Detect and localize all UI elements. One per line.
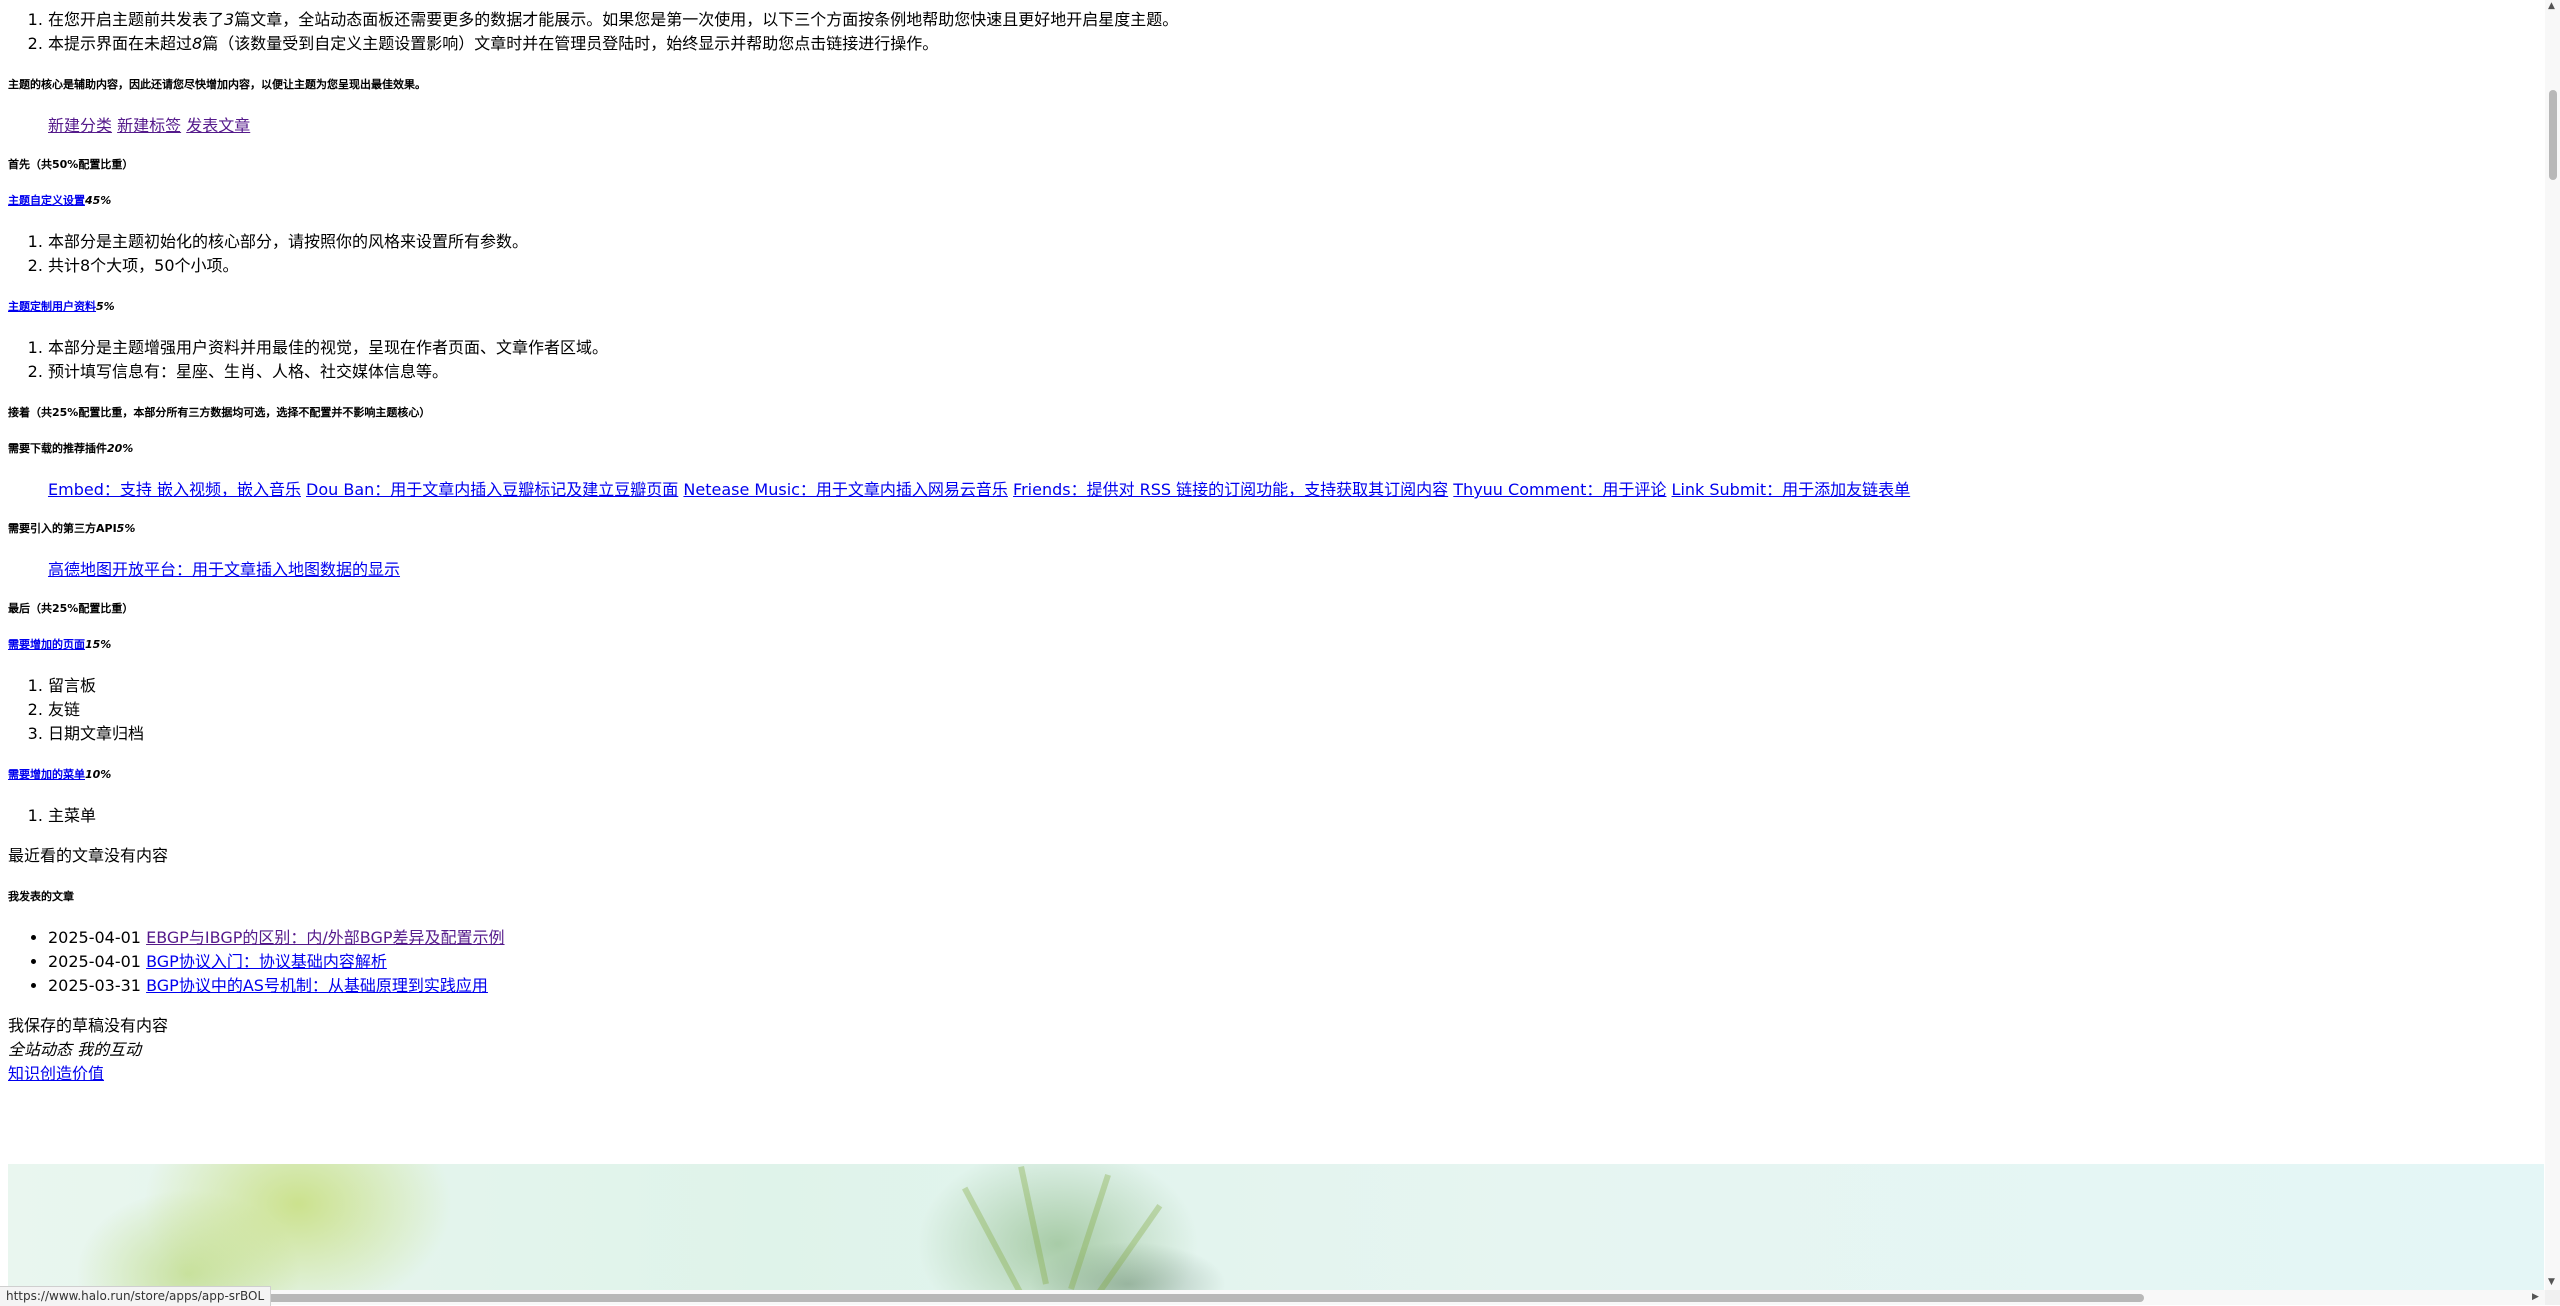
quick-links: 新建分类 新建标签 发表文章 [8, 114, 2538, 138]
theme-settings-heading: 主题自定义设置45% [8, 193, 2538, 209]
list-item: 留言板 [48, 674, 2538, 698]
link-status-bar: https://www.halo.run/store/apps/app-srBO… [0, 1286, 272, 1306]
plugin-netease-link[interactable]: Netease Music：用于文章内插入网易云音乐 [683, 480, 1008, 499]
theme-settings-list: 本部分是主题初始化的核心部分，请按照你的风格来设置所有参数。 共计8个大项，50… [8, 230, 2538, 278]
scroll-right-icon[interactable]: ▶ [2532, 1293, 2539, 1302]
core-heading: 主题的核心是辅助内容，因此还请您尽快增加内容，以便让主题为您呈现出最佳效果。 [8, 78, 426, 91]
post-date: 2025-03-31 [48, 976, 141, 995]
my-posts-heading: 我发表的文章 [8, 890, 74, 903]
plugin-comment-link[interactable]: Thyuu Comment：用于评论 [1453, 480, 1666, 499]
weight-label: 45% [85, 194, 112, 207]
list-item: 友链 [48, 698, 2538, 722]
tab-my-interaction[interactable]: 我的互动 [77, 1040, 141, 1059]
post-date: 2025-04-01 [48, 952, 141, 971]
api-heading: 需要引入的第三方API5% [8, 521, 2538, 537]
pages-list: 留言板 友链 日期文章归档 [8, 674, 2538, 746]
plugin-friends-link[interactable]: Friends：提供对 RSS 链接的订阅功能，支持获取其订阅内容 [1013, 480, 1448, 499]
plugin-links: Embed：支持 嵌入视频，嵌入音乐 Dou Ban：用于文章内插入豆瓣标记及建… [8, 478, 2538, 502]
section-next-heading: 接着（共25%配置比重，本部分所有三方数据均可选，选择不配置并不影响主题核心） [8, 406, 431, 419]
recent-empty-text: 最近看的文章没有内容 [8, 846, 169, 865]
list-item: 主菜单 [48, 804, 2538, 828]
plugins-label: 需要下载的推荐插件 [8, 442, 107, 455]
post-item: 2025-04-01 BGP协议入门：协议基础内容解析 [48, 950, 2538, 974]
new-category-link[interactable]: 新建分类 [48, 116, 112, 135]
weight-label: 15% [85, 638, 112, 651]
weight-label: 20% [107, 442, 134, 455]
user-profile-link[interactable]: 主题定制用户资料 [8, 300, 96, 313]
list-item: 预计填写信息有：星座、生肖、人格、社交媒体信息等。 [48, 360, 2538, 384]
hero-banner-image [8, 1164, 2544, 1294]
plugin-linksubmit-link[interactable]: Link Submit：用于添加友链表单 [1672, 480, 1911, 499]
pages-link[interactable]: 需要增加的页面 [8, 638, 85, 651]
amap-link[interactable]: 高德地图开放平台：用于文章插入地图数据的显示 [48, 560, 400, 579]
horizontal-scrollbar[interactable]: ▶ [0, 1290, 2545, 1305]
intro-item: 本提示界面在未超过8篇（该数量受到自定义主题设置影响）文章时并在管理员登陆时，始… [48, 32, 2538, 56]
user-profile-list: 本部分是主题增强用户资料并用最佳的视觉，呈现在作者页面、文章作者区域。 预计填写… [8, 336, 2538, 384]
section-first-heading: 首先（共50%配置比重） [8, 158, 134, 171]
post-item: 2025-04-01 EBGP与IBGP的区别：内/外部BGP差异及配置示例 [48, 926, 2538, 950]
slogan-link[interactable]: 知识创造价值 [8, 1064, 104, 1083]
vertical-scrollbar[interactable]: ▲ ▼ [2545, 0, 2560, 1290]
plugin-douban-link[interactable]: Dou Ban：用于文章内插入豆瓣标记及建立豆瓣页面 [306, 480, 678, 499]
pages-heading: 需要增加的页面15% [8, 637, 2538, 653]
post-link[interactable]: BGP协议中的AS号机制：从基础原理到实践应用 [146, 976, 488, 995]
intro-text: 本提示界面在未超过 [48, 34, 193, 53]
menus-link[interactable]: 需要增加的菜单 [8, 768, 85, 781]
api-links: 高德地图开放平台：用于文章插入地图数据的显示 [8, 558, 2538, 582]
plugin-embed-link[interactable]: Embed：支持 嵌入视频，嵌入音乐 [48, 480, 301, 499]
weight-label: 5% [96, 300, 115, 313]
api-label: 需要引入的第三方API [8, 522, 117, 535]
intro-list: 在您开启主题前共发表了3篇文章，全站动态面板还需要更多的数据才能展示。如果您是第… [8, 8, 2538, 56]
horizontal-scroll-thumb[interactable] [4, 1294, 2144, 1302]
list-item: 本部分是主题初始化的核心部分，请按照你的风格来设置所有参数。 [48, 230, 2538, 254]
intro-text: 篇文章，全站动态面板还需要更多的数据才能展示。如果您是第一次使用，以下三个方面按… [234, 10, 1179, 29]
weight-label: 5% [116, 522, 136, 535]
new-tag-link[interactable]: 新建标签 [117, 116, 181, 135]
post-date: 2025-04-01 [48, 928, 141, 947]
new-post-link[interactable]: 发表文章 [186, 116, 250, 135]
theme-settings-link[interactable]: 主题自定义设置 [8, 194, 85, 207]
list-item: 本部分是主题增强用户资料并用最佳的视觉，呈现在作者页面、文章作者区域。 [48, 336, 2538, 360]
activity-tabs: 全站动态 我的互动 [8, 1038, 2538, 1062]
post-link[interactable]: BGP协议入门：协议基础内容解析 [146, 952, 387, 971]
intro-item: 在您开启主题前共发表了3篇文章，全站动态面板还需要更多的数据才能展示。如果您是第… [48, 8, 2538, 32]
list-item: 日期文章归档 [48, 722, 2538, 746]
post-link[interactable]: EBGP与IBGP的区别：内/外部BGP差异及配置示例 [146, 928, 504, 947]
section-last-heading: 最后（共25%配置比重） [8, 602, 134, 615]
user-profile-heading: 主题定制用户资料5% [8, 299, 2538, 315]
menus-list: 主菜单 [8, 804, 2538, 828]
vertical-scroll-thumb[interactable] [2549, 90, 2557, 180]
scroll-down-icon[interactable]: ▼ [2548, 1278, 2555, 1287]
weight-label: 10% [85, 768, 112, 781]
menus-heading: 需要增加的菜单10% [8, 767, 2538, 783]
my-posts-list: 2025-04-01 EBGP与IBGP的区别：内/外部BGP差异及配置示例 2… [8, 926, 2538, 998]
intro-text: 在您开启主题前共发表了 [48, 10, 225, 29]
threshold-count: 8 [192, 34, 203, 53]
plugins-heading: 需要下载的推荐插件20% [8, 441, 2538, 457]
slogan-row: 知识创造价值 [8, 1062, 2538, 1086]
tab-site-activity[interactable]: 全站动态 [8, 1040, 72, 1059]
drafts-empty-text: 我保存的草稿没有内容 [8, 1016, 169, 1035]
scrollbar-corner [2545, 1290, 2560, 1305]
scroll-up-icon[interactable]: ▲ [2548, 2, 2555, 11]
post-count: 3 [224, 10, 235, 29]
list-item: 共计8个大项，50个小项。 [48, 254, 2538, 278]
page-content: 在您开启主题前共发表了3篇文章，全站动态面板还需要更多的数据才能展示。如果您是第… [8, 8, 2538, 1086]
intro-text: 篇（该数量受到自定义主题设置影响）文章时并在管理员登陆时，始终显示并帮助您点击链… [202, 34, 939, 53]
post-item: 2025-03-31 BGP协议中的AS号机制：从基础原理到实践应用 [48, 974, 2538, 998]
